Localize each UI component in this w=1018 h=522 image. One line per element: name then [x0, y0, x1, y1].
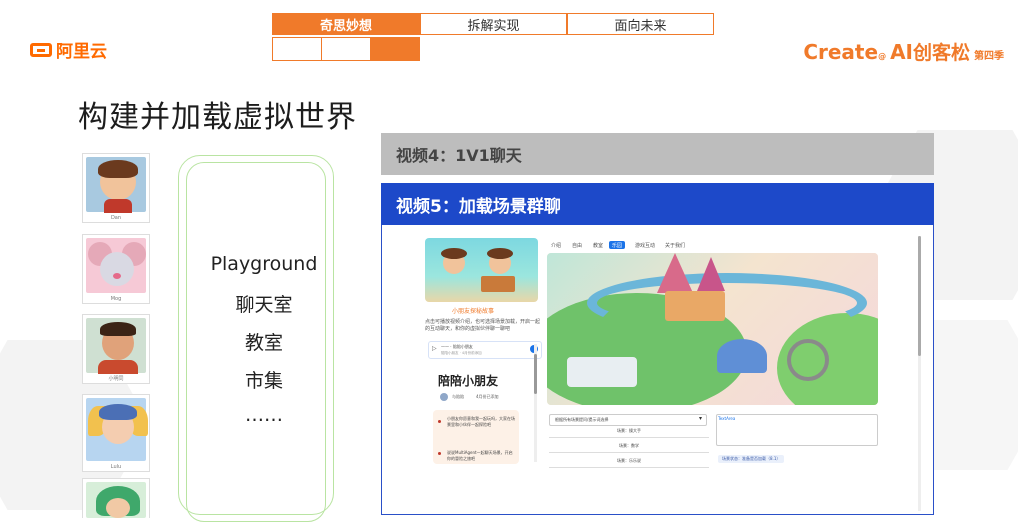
avatar-card[interactable]	[82, 478, 150, 518]
progress-cell-active	[370, 37, 420, 61]
message-textarea[interactable]	[716, 414, 878, 446]
tab-ideas[interactable]: 奇思妙想	[272, 13, 420, 35]
logo-create-text: Create	[803, 40, 879, 64]
nav-about[interactable]: 关于我们	[662, 241, 688, 249]
progress-cell	[272, 37, 322, 61]
chat-title: 陪陪小朋友	[438, 374, 499, 388]
chevron-down-icon: ▾	[698, 415, 702, 422]
player-title: 一一 · 陪陪小朋友	[441, 344, 473, 349]
nav-intro[interactable]: 介绍	[548, 241, 564, 249]
boy-avatar-icon	[86, 318, 146, 374]
tab-future[interactable]: 面向未来	[567, 13, 714, 35]
chat-bubble: 小朋友你愿意和我一起玩吗，大家在场景里和小伙伴一起探险吧 说说MultiAgen…	[433, 410, 519, 464]
logo-ai-text: AI	[890, 40, 913, 64]
avatar-caption: Mog	[110, 296, 122, 302]
aliyun-bracket-icon	[30, 42, 52, 57]
mouse-avatar-icon	[86, 238, 146, 293]
green-hair-avatar-icon	[86, 482, 146, 518]
video4-banner[interactable]: 视频4：1V1聊天	[381, 133, 934, 175]
nav-free[interactable]: 自由	[569, 241, 585, 249]
scene-field[interactable]: 场景：操大手	[549, 428, 709, 438]
scene-field[interactable]: 场景：乐乐说	[549, 458, 709, 468]
bubble-text: 说说MultiAgent一起聊天场景，开启你的冒险之旅吧	[447, 450, 513, 461]
logo-sup: @	[878, 52, 887, 61]
progress-cell	[321, 37, 371, 61]
chat-avatar	[440, 393, 448, 401]
avatar-card[interactable]: Lulu	[82, 394, 150, 472]
create-hackathon-logo: Create @ AI 创客松 第四季	[803, 38, 1004, 65]
aliyun-logo: 阿里云	[30, 37, 107, 62]
avatar-card[interactable]: 小明同	[82, 314, 150, 384]
player-subtitle: 陪陪小朋友 · 4月份前添加	[441, 351, 482, 355]
fairy-girl-avatar-icon	[86, 398, 148, 461]
bubble-text: 小朋友你愿意和我一起玩吗，大家在场景里和小伙伴一起探险吧	[447, 416, 515, 427]
story-thumbnail[interactable]	[425, 238, 538, 302]
scene-item-market[interactable]: 市集	[178, 366, 350, 393]
dropdown-value: 根据所有场景提问/提示词选择	[555, 417, 609, 422]
avatar-caption: 小明同	[108, 376, 124, 382]
story-title: 小朋友探秘故事	[452, 308, 495, 315]
page-scrollbar[interactable]	[918, 236, 921, 511]
nav-park[interactable]: 乐园	[609, 241, 626, 249]
logo-season-text: 第四季	[974, 51, 1004, 62]
scene-item-playground[interactable]: Playground	[178, 253, 350, 275]
video5-banner[interactable]: 视频5：加载场景群聊	[381, 183, 934, 225]
nav-classroom[interactable]: 教室	[590, 241, 606, 249]
chat-scrollbar[interactable]	[534, 344, 537, 462]
scene-field[interactable]: 场景：数学	[549, 443, 709, 453]
page-title: 构建并加载虚拟世界	[78, 100, 357, 135]
scene-item-more: ……	[245, 404, 283, 426]
avatar-card[interactable]: Mog	[82, 234, 150, 304]
bullet-icon	[438, 452, 441, 455]
scene-item-classroom[interactable]: 教室	[178, 328, 350, 355]
chat-meta: 4月份已添加	[476, 394, 499, 399]
tab-implementation[interactable]: 拆解实现	[420, 13, 567, 35]
bullet-icon	[438, 420, 441, 423]
logo-hackathon-text: 创客松	[912, 42, 970, 64]
play-icon[interactable]: ▷	[432, 345, 437, 352]
boy-avatar-icon	[86, 157, 146, 213]
chat-meta: 与陪陪	[452, 394, 464, 399]
status-badge: 场景状态：准备是否加载（8.1）	[718, 455, 785, 463]
avatar-card[interactable]: Dan	[82, 153, 150, 223]
aliyun-logo-text: 阿里云	[56, 42, 107, 62]
scene-dropdown[interactable]: 根据所有场景提问/提示词选择 ▾	[549, 414, 707, 426]
avatar-caption: Dan	[110, 215, 122, 221]
audio-player[interactable]: ▷ 一一 · 陪陪小朋友 陪陪小朋友 · 4月份前添加	[428, 341, 542, 359]
nav-game[interactable]: 游戏互动	[632, 241, 658, 249]
avatar-caption: Lulu	[110, 464, 122, 470]
scene-map-image[interactable]	[547, 253, 878, 405]
scene-item-chatroom[interactable]: 聊天室	[178, 290, 350, 317]
story-description: 点击可播放视频介绍，也可选择场景加载，开启一起的互动聊天，和你的虚拟伙伴聊一聊吧	[425, 319, 541, 332]
